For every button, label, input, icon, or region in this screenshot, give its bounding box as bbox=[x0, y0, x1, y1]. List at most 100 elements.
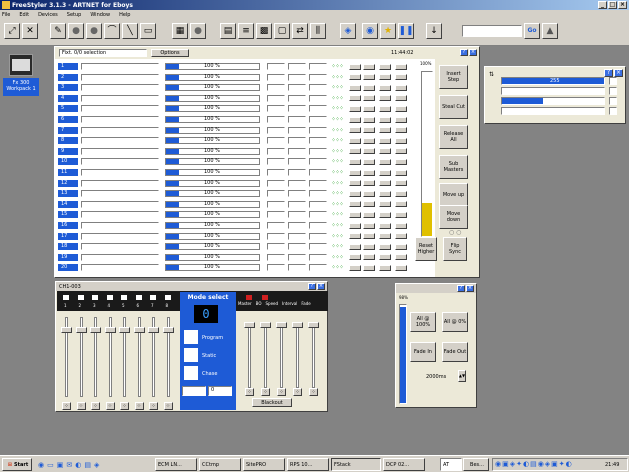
channel-label-field[interactable] bbox=[81, 116, 159, 123]
flip-sync-button[interactable]: Flip Sync bbox=[443, 237, 467, 261]
channel-mini-button-2[interactable] bbox=[363, 95, 375, 102]
channel-mini-button-4[interactable] bbox=[395, 264, 407, 271]
tool-bars-icon[interactable]: ⫼ bbox=[310, 23, 326, 39]
channel-mini-button-2[interactable] bbox=[363, 116, 375, 123]
channel-field-a[interactable] bbox=[267, 200, 285, 208]
channel-level-bar[interactable]: 100 % bbox=[165, 264, 260, 272]
master-close-icon[interactable]: × bbox=[466, 285, 474, 292]
channel-mini-button-3[interactable] bbox=[379, 169, 391, 176]
channel-label-field[interactable] bbox=[81, 94, 159, 102]
channel-number[interactable]: 1 bbox=[58, 63, 78, 70]
tool-square-icon[interactable]: ▭ bbox=[140, 23, 156, 39]
channel-field-a[interactable] bbox=[267, 222, 285, 229]
channel-mini-button-3[interactable] bbox=[379, 158, 391, 165]
blackout-button[interactable]: Blackout bbox=[252, 398, 292, 407]
fade-time-spinner[interactable]: ▲▼ bbox=[458, 370, 466, 382]
tool-moving-head-icon[interactable]: ⌒ bbox=[104, 23, 120, 39]
channel-field-b[interactable] bbox=[288, 179, 306, 187]
channel-field-c[interactable] bbox=[309, 126, 327, 134]
move-down-button[interactable]: Move down bbox=[439, 205, 468, 229]
channel-field-a[interactable] bbox=[267, 190, 285, 198]
quicklaunch-app-icon[interactable]: ▤ bbox=[84, 461, 91, 469]
channel-field-c[interactable] bbox=[309, 232, 327, 240]
channel-field-a[interactable] bbox=[267, 211, 285, 219]
channel-level-bar[interactable]: 100 % bbox=[165, 158, 260, 166]
channel-level-bar[interactable]: 100 % bbox=[165, 169, 260, 176]
channel-field-c[interactable] bbox=[309, 137, 327, 145]
channel-mini-button-1[interactable] bbox=[349, 84, 361, 91]
fader-knob[interactable] bbox=[119, 327, 130, 333]
right-fader-knob[interactable] bbox=[292, 322, 303, 328]
channel-field-c[interactable] bbox=[309, 84, 327, 92]
channel-field-c[interactable] bbox=[309, 63, 327, 70]
channel-mini-button-2[interactable] bbox=[363, 74, 375, 81]
channel-mini-button-1[interactable] bbox=[349, 180, 361, 187]
right-fader[interactable]: ⁘ bbox=[308, 316, 319, 396]
taskbar-item-dcp[interactable]: DCP 02... bbox=[383, 458, 425, 471]
tool-star-icon[interactable]: ★ bbox=[380, 23, 396, 39]
channel-level-bar[interactable]: 100 % bbox=[165, 126, 260, 134]
side-level-bar[interactable]: 10 bbox=[501, 97, 605, 105]
channel-mini-button-4[interactable] bbox=[395, 137, 407, 144]
desktop-icon-workpack[interactable]: Fx 300 Workpack 1 bbox=[3, 52, 39, 100]
channel-field-b[interactable] bbox=[288, 243, 306, 251]
channel-level-bar[interactable]: 100 % bbox=[165, 222, 260, 229]
channel-number[interactable]: 7 bbox=[58, 126, 78, 134]
channel-field-c[interactable] bbox=[309, 158, 327, 166]
fader-channel[interactable]: ⁘ bbox=[104, 311, 116, 410]
channel-mini-button-2[interactable] bbox=[363, 127, 375, 134]
tool-wand-icon[interactable]: ⤢ bbox=[4, 23, 20, 39]
right-fader-button[interactable]: ⁘ bbox=[293, 388, 302, 396]
channel-number[interactable]: 4 bbox=[58, 94, 78, 102]
move-up-button[interactable]: Move up bbox=[439, 183, 468, 207]
right-fader[interactable]: ⁘ bbox=[276, 316, 287, 396]
channel-field-b[interactable] bbox=[288, 94, 306, 102]
channel-mini-button-3[interactable] bbox=[379, 201, 391, 208]
tool-list-icon[interactable]: ≡ bbox=[238, 23, 254, 39]
channel-mini-button-1[interactable] bbox=[349, 211, 361, 218]
tool-circle2-icon[interactable]: ● bbox=[86, 23, 102, 39]
channel-mini-button-2[interactable] bbox=[363, 105, 375, 112]
channel-number[interactable]: 10 bbox=[58, 158, 78, 166]
tray-icons[interactable]: ◉▣◈✦◐▤◉◈▣✦◐ bbox=[495, 460, 573, 468]
tool-grid-icon[interactable]: ▦ bbox=[172, 23, 188, 39]
channel-field-a[interactable] bbox=[267, 232, 285, 240]
tool-document-icon[interactable]: ▤ bbox=[220, 23, 236, 39]
right-fader[interactable]: ⁘ bbox=[260, 316, 271, 396]
channel-mini-button-1[interactable] bbox=[349, 254, 361, 261]
channel-level-bar[interactable]: 100 % bbox=[165, 105, 260, 113]
channel-number[interactable]: 18 bbox=[58, 243, 78, 251]
channel-level-bar[interactable]: 100 % bbox=[165, 243, 260, 251]
channel-label-field[interactable] bbox=[81, 190, 159, 198]
channel-mini-button-2[interactable] bbox=[363, 201, 375, 208]
channel-mini-button-1[interactable] bbox=[349, 169, 361, 176]
channel-field-b[interactable] bbox=[288, 63, 306, 70]
channel-number[interactable]: 16 bbox=[58, 222, 78, 229]
channel-mini-button-2[interactable] bbox=[363, 148, 375, 155]
channel-mini-button-2[interactable] bbox=[363, 233, 375, 240]
channel-mini-button-2[interactable] bbox=[363, 222, 375, 229]
channel-mini-button-2[interactable] bbox=[363, 63, 375, 70]
channel-mini-button-4[interactable] bbox=[395, 180, 407, 187]
channel-level-bar[interactable]: 100 % bbox=[165, 211, 260, 219]
channel-field-a[interactable] bbox=[267, 116, 285, 123]
fader-channel[interactable]: ⁘ bbox=[133, 311, 145, 410]
channel-mini-button-3[interactable] bbox=[379, 74, 391, 81]
channel-number[interactable]: 2 bbox=[58, 73, 78, 81]
sub-masters-button[interactable]: Sub Masters bbox=[439, 155, 468, 179]
channel-field-b[interactable] bbox=[288, 126, 306, 134]
side-row-checkbox[interactable] bbox=[609, 97, 617, 105]
channel-field-a[interactable] bbox=[267, 179, 285, 187]
fader-knob[interactable] bbox=[162, 327, 174, 333]
chase-mode-button[interactable] bbox=[184, 366, 198, 380]
channel-mini-button-3[interactable] bbox=[379, 116, 391, 123]
channel-label-field[interactable] bbox=[81, 264, 159, 272]
channel-field-b[interactable] bbox=[288, 137, 306, 145]
channel-mini-button-4[interactable] bbox=[395, 127, 407, 134]
taskbar-item-ecm[interactable]: ECM LN... bbox=[155, 458, 197, 471]
options-button[interactable]: Options bbox=[151, 49, 189, 57]
channel-field-b[interactable] bbox=[288, 116, 306, 123]
channel-mini-button-1[interactable] bbox=[349, 63, 361, 70]
channel-field-b[interactable] bbox=[288, 84, 306, 92]
channel-field-a[interactable] bbox=[267, 73, 285, 81]
